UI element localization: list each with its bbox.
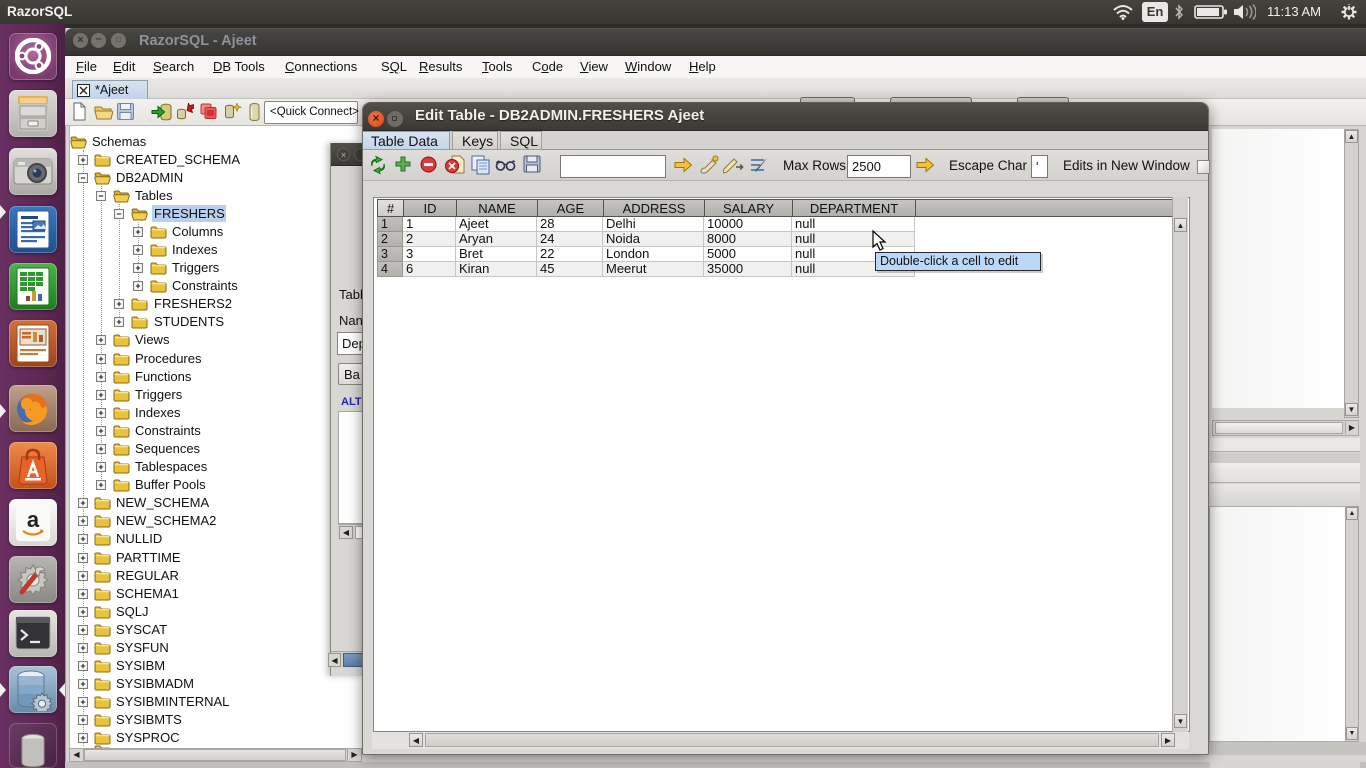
svg-text:a: a [27, 507, 40, 532]
